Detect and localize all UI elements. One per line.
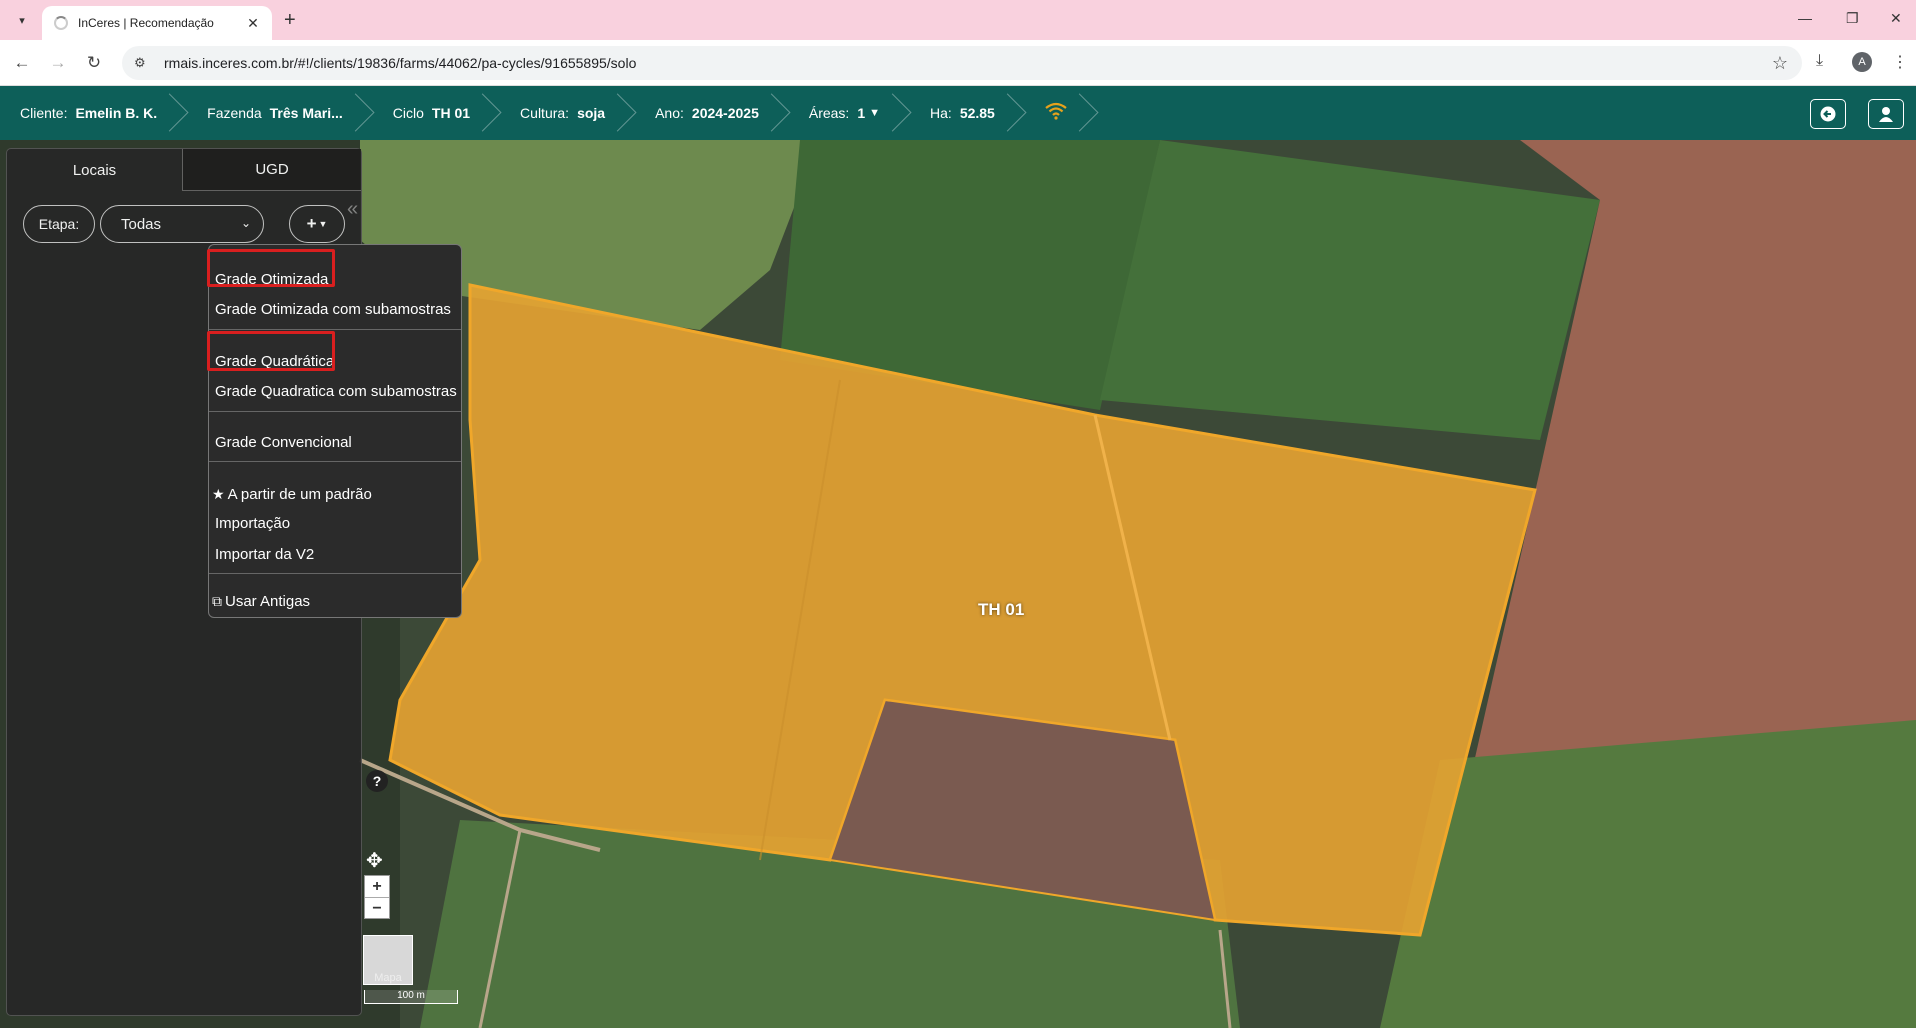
- crumb-label: Áreas:: [808, 105, 850, 121]
- crumb-ciclo[interactable]: Ciclo TH 01: [373, 86, 500, 140]
- tab-locais[interactable]: Locais: [7, 149, 183, 191]
- tab-title: InCeres | Recomendação: [78, 16, 214, 30]
- help-icon[interactable]: ?: [366, 770, 388, 792]
- chevron-down-icon: ▼: [869, 107, 881, 119]
- app-header: Cliente: Emelin B. K. Fazenda Três Mari.…: [0, 86, 1916, 140]
- copy-icon: ⧉: [212, 593, 222, 609]
- forward-icon[interactable]: →: [46, 51, 70, 75]
- crumb-label: Ano:: [655, 105, 684, 121]
- url-text[interactable]: rmais.inceres.com.br/#!/clients/19836/fa…: [164, 55, 1772, 71]
- crumb-areas[interactable]: Áreas: 1 ▼: [789, 86, 910, 140]
- menu-item-usar-antigas[interactable]: ⧉ Usar Antigas: [212, 586, 310, 616]
- etapa-label: Etapa:: [23, 205, 95, 243]
- user-icon: [1879, 107, 1893, 122]
- crumb-value: 1: [857, 105, 866, 121]
- crumb-label: Ciclo: [392, 105, 424, 121]
- close-tab-icon[interactable]: ✕: [242, 15, 264, 32]
- menu-item-importacao[interactable]: Importação: [215, 509, 290, 539]
- crumb-value: TH 01: [431, 105, 471, 121]
- menu-divider: [209, 573, 461, 574]
- download-icon[interactable]: ⤓: [1816, 52, 1823, 70]
- add-grid-dropdown: Grade Otimizada Grade Otimizada com suba…: [207, 244, 462, 618]
- chevron-down-icon: ⌄: [240, 216, 251, 230]
- crumb-label: Fazenda: [207, 105, 262, 121]
- field-label: TH 01: [978, 600, 1025, 619]
- etapa-select-value: Todas: [121, 215, 162, 233]
- loading-spinner-icon: [54, 16, 68, 30]
- zoom-in-button[interactable]: +: [365, 876, 389, 898]
- highlight-box: [207, 249, 335, 287]
- site-info-icon[interactable]: ⚙: [134, 55, 156, 71]
- browser-toolbar: ← → ↻ ⚙ rmais.inceres.com.br/#!/clients/…: [0, 40, 1916, 86]
- crumb-ha: Ha: 52.85: [910, 86, 1025, 140]
- browser-tab[interactable]: InCeres | Recomendação ✕: [42, 6, 272, 40]
- collapse-panel-icon[interactable]: «: [347, 193, 367, 225]
- zoom-out-button[interactable]: −: [365, 898, 389, 919]
- browser-menu-icon[interactable]: ⋮: [1892, 52, 1908, 72]
- crumb-label: Ha:: [930, 105, 952, 121]
- plus-icon: +: [306, 214, 317, 233]
- profile-avatar[interactable]: A: [1852, 52, 1872, 72]
- crumb-value: 2024-2025: [691, 105, 759, 121]
- menu-divider: [209, 329, 461, 330]
- layer-label: Mapa: [374, 972, 402, 984]
- address-bar[interactable]: ⚙ rmais.inceres.com.br/#!/clients/19836/…: [122, 46, 1802, 80]
- user-button[interactable]: [1868, 99, 1904, 129]
- crumb-label: Cultura:: [520, 105, 570, 121]
- browser-tabstrip: ▾ InCeres | Recomendação ✕ + — ❐ ✕: [0, 0, 1916, 40]
- menu-divider: [209, 461, 461, 462]
- restore-icon[interactable]: ❐: [1846, 10, 1859, 27]
- menu-item-padrao[interactable]: ★ A partir de um padrão: [212, 479, 372, 509]
- menu-item-grade-quadratica-subamostras[interactable]: Grade Quadratica com subamostras: [215, 377, 457, 407]
- zoom-control: + −: [364, 875, 390, 919]
- crumb-value: Emelin B. K.: [75, 105, 158, 121]
- highlight-box: [207, 331, 335, 371]
- star-icon: ★: [212, 486, 225, 502]
- etapa-select[interactable]: Todas ⌄: [100, 205, 264, 243]
- crumb-value: 52.85: [959, 105, 995, 121]
- add-grid-button[interactable]: + ▼: [289, 205, 345, 243]
- reload-icon[interactable]: ↻: [82, 51, 106, 75]
- back-icon[interactable]: ←: [10, 51, 34, 75]
- bookmark-star-icon[interactable]: ☆: [1772, 53, 1788, 74]
- map-layer-toggle[interactable]: Mapa: [363, 935, 413, 985]
- back-arrow-button[interactable]: [1810, 99, 1846, 129]
- crumb-cliente[interactable]: Cliente: Emelin B. K.: [0, 86, 187, 140]
- tab-ugd[interactable]: UGD: [183, 149, 361, 191]
- scale-bar: 100 m: [364, 990, 458, 1004]
- new-tab-icon[interactable]: +: [284, 9, 296, 32]
- menu-item-label: A partir de um padrão: [227, 486, 372, 503]
- pan-move-icon[interactable]: ✥: [366, 848, 383, 873]
- menu-item-label: Usar Antigas: [225, 593, 311, 610]
- crumb-value: Três Mari...: [269, 105, 343, 121]
- crumb-value: soja: [577, 105, 606, 121]
- minimize-icon[interactable]: —: [1798, 10, 1812, 26]
- arrow-left-icon: [1820, 106, 1836, 122]
- crumb-ano[interactable]: Ano: 2024-2025: [635, 86, 789, 140]
- tab-search-chevron-icon[interactable]: ▾: [10, 8, 34, 32]
- crumb-fazenda[interactable]: Fazenda Três Mari...: [187, 86, 373, 140]
- menu-item-grade-otimizada-subamostras[interactable]: Grade Otimizada com subamostras: [215, 295, 451, 325]
- menu-item-importar-v2[interactable]: Importar da V2: [215, 540, 314, 570]
- wifi-icon: [1045, 102, 1067, 124]
- crumb-cultura[interactable]: Cultura: soja: [500, 86, 635, 140]
- window-close-icon[interactable]: ✕: [1890, 10, 1902, 27]
- menu-divider: [209, 411, 461, 412]
- caret-down-icon: ▼: [318, 219, 328, 229]
- menu-item-grade-convencional[interactable]: Grade Convencional: [215, 428, 352, 458]
- crumb-connection: [1025, 86, 1097, 140]
- panel-tabs: Locais UGD: [7, 149, 361, 191]
- crumb-label: Cliente:: [20, 105, 68, 121]
